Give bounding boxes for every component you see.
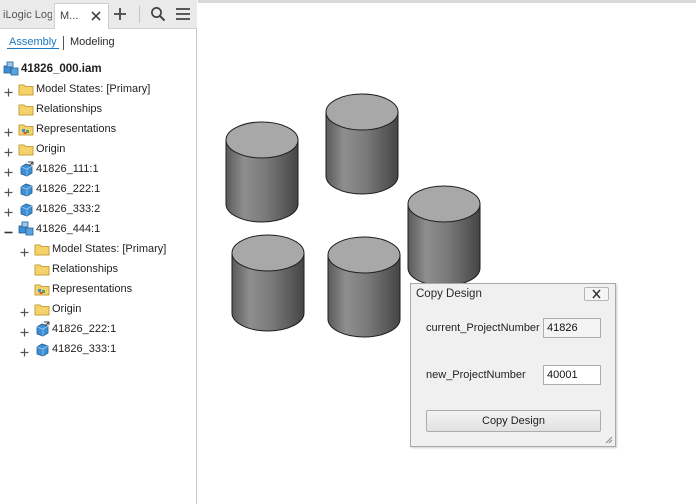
mode-divider bbox=[63, 36, 64, 50]
folder-icon bbox=[18, 101, 34, 117]
tab-divider bbox=[139, 6, 140, 23]
cylinder-body[interactable] bbox=[231, 234, 305, 332]
cylinder-top bbox=[231, 234, 305, 272]
tree-node[interactable]: Representations bbox=[0, 279, 196, 299]
cylinder-body[interactable] bbox=[407, 185, 481, 287]
tree-node[interactable]: 41826_444:1 bbox=[0, 219, 196, 239]
cylinder-top bbox=[407, 185, 481, 223]
folder-icon bbox=[18, 141, 34, 157]
part-edit-icon bbox=[34, 321, 50, 337]
tree-node[interactable]: Representations bbox=[0, 119, 196, 139]
dialog-title: Copy Design bbox=[416, 288, 482, 300]
tree-node-label: Representations bbox=[52, 283, 133, 295]
assembly-mode-link[interactable]: Assembly bbox=[7, 36, 59, 49]
current-project-number-field[interactable] bbox=[543, 318, 601, 338]
tree-root-node[interactable]: 41826_000.iam bbox=[0, 59, 196, 79]
tab-model-label: M... bbox=[60, 10, 79, 22]
cylinder-body[interactable] bbox=[327, 236, 401, 338]
assembly-icon bbox=[18, 221, 34, 237]
copy-design-dialog: Copy Design current_ProjectNumber new_Pr… bbox=[410, 283, 616, 447]
tree-node[interactable]: Model States: [Primary] bbox=[0, 239, 196, 259]
cylinder-body[interactable] bbox=[325, 93, 399, 195]
copy-design-button[interactable]: Copy Design bbox=[426, 410, 601, 432]
tab-model[interactable]: M... bbox=[54, 3, 109, 29]
browser-tab-bar: iLogic Log M... bbox=[0, 0, 197, 29]
tree-node-label: Model States: [Primary] bbox=[36, 83, 151, 95]
tree-node-label: 41826_000.iam bbox=[21, 63, 102, 75]
close-icon[interactable] bbox=[89, 5, 103, 27]
tree-node[interactable]: 41826_111:1 bbox=[0, 159, 196, 179]
tree-node[interactable]: Model States: [Primary] bbox=[0, 79, 196, 99]
folder-representations-icon bbox=[34, 281, 50, 297]
folder-icon bbox=[34, 241, 50, 257]
tab-ilogic-log[interactable]: iLogic Log bbox=[0, 3, 52, 29]
cylinder-body[interactable] bbox=[225, 121, 299, 223]
tree-node-label: 41826_222:1 bbox=[52, 323, 117, 335]
part-icon bbox=[18, 201, 34, 217]
folder-icon bbox=[18, 81, 34, 97]
new-project-number-field[interactable] bbox=[543, 365, 601, 385]
search-icon[interactable] bbox=[150, 6, 166, 22]
expand-icon[interactable] bbox=[4, 124, 13, 137]
tree-node[interactable]: 41826_222:1 bbox=[0, 179, 196, 199]
expand-icon[interactable] bbox=[20, 304, 29, 317]
tree-node[interactable]: 41826_333:1 bbox=[0, 339, 196, 359]
modeling-mode-link[interactable]: Modeling bbox=[70, 36, 115, 48]
tree-node-label: 41826_333:1 bbox=[52, 343, 117, 355]
part-edit-icon bbox=[18, 161, 34, 177]
expand-icon[interactable] bbox=[20, 324, 29, 337]
expand-icon[interactable] bbox=[20, 244, 29, 257]
new-project-number-label: new_ProjectNumber bbox=[426, 369, 526, 381]
resize-grip-icon[interactable] bbox=[604, 435, 613, 444]
tree-node-label: Representations bbox=[36, 123, 117, 135]
tree-node-label: Origin bbox=[36, 143, 66, 155]
collapse-icon[interactable] bbox=[4, 224, 13, 234]
tab-ilogic-log-label: iLogic Log bbox=[3, 9, 52, 21]
expand-icon[interactable] bbox=[4, 184, 13, 197]
close-icon bbox=[592, 289, 601, 299]
tree-node[interactable]: 41826_333:2 bbox=[0, 199, 196, 219]
tree-node[interactable]: 41826_222:1 bbox=[0, 319, 196, 339]
hamburger-menu-icon[interactable] bbox=[175, 6, 191, 22]
cylinder-top bbox=[225, 121, 299, 159]
tree-node[interactable]: Origin bbox=[0, 299, 196, 319]
dialog-close-button[interactable] bbox=[584, 287, 609, 301]
tree-node-label: Relationships bbox=[36, 103, 103, 115]
tree-node-label: 41826_222:1 bbox=[36, 183, 101, 195]
cylinder-top bbox=[327, 236, 401, 274]
folder-icon bbox=[34, 301, 50, 317]
cylinder-top bbox=[325, 93, 399, 131]
tree-node-label: Origin bbox=[52, 303, 82, 315]
tree-node-label: Model States: [Primary] bbox=[52, 243, 167, 255]
tree-node[interactable]: Relationships bbox=[0, 259, 196, 279]
expand-icon[interactable] bbox=[4, 164, 13, 177]
folder-icon bbox=[34, 261, 50, 277]
expand-icon[interactable] bbox=[4, 84, 13, 97]
tree-node[interactable]: Origin bbox=[0, 139, 196, 159]
tree-node[interactable]: Relationships bbox=[0, 99, 196, 119]
plus-icon[interactable] bbox=[112, 5, 128, 23]
part-icon bbox=[18, 181, 34, 197]
part-icon bbox=[34, 341, 50, 357]
assembly-icon bbox=[3, 61, 19, 77]
expand-icon[interactable] bbox=[4, 144, 13, 157]
tree-node-label: 41826_333:2 bbox=[36, 203, 101, 215]
current-project-number-label: current_ProjectNumber bbox=[426, 322, 540, 334]
tree-node-label: 41826_444:1 bbox=[36, 223, 101, 235]
tree-node-label: Relationships bbox=[52, 263, 119, 275]
expand-icon[interactable] bbox=[20, 344, 29, 357]
expand-icon[interactable] bbox=[4, 204, 13, 217]
tree-node-label: 41826_111:1 bbox=[36, 163, 99, 175]
folder-representations-icon bbox=[18, 121, 34, 137]
model-browser-panel: iLogic Log M... Assembly Modeling 41826_… bbox=[0, 0, 197, 504]
